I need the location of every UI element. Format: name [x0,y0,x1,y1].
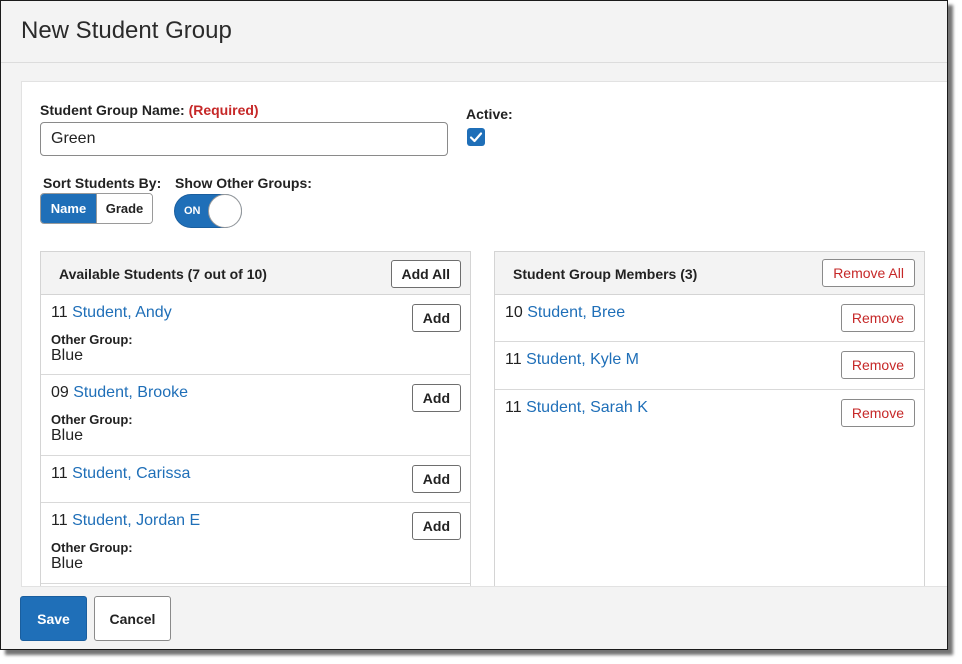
available-student-row: 09 Student, Brooke Other Group: Blue Add [41,375,470,456]
checkmark-icon [469,132,483,143]
add-student-button[interactable]: Add [411,465,461,493]
other-group-label: Other Group: [51,332,133,347]
group-members-title: Student Group Members (3) [513,266,698,282]
student-entry: 11 Student, Kyle M [505,351,639,369]
group-name-label: Student Group Name: (Required) [40,102,259,118]
sort-segmented-control: Name Grade [40,193,153,224]
student-grade: 10 [505,304,523,321]
other-group-label: Other Group: [51,412,133,427]
group-name-label-text: Student Group Name: [40,102,185,118]
available-students-panel: Available Students (7 out of 10) Add All… [40,251,471,586]
sort-by-name-button[interactable]: Name [41,194,96,223]
add-student-button[interactable]: Add [411,512,461,540]
student-entry: 11 Student, Andy [51,304,172,322]
student-name-link[interactable]: Student, Andy [72,304,172,321]
student-entry: 11 Student, Sarah K [505,399,648,417]
student-grade: 11 [505,399,522,416]
student-grade: 11 [51,304,68,321]
member-row: 10 Student, Bree Remove [495,295,924,342]
student-grade: 11 [51,465,68,482]
save-button[interactable]: Save [20,596,87,641]
available-students-title: Available Students (7 out of 10) [59,266,267,282]
available-student-row: 11 Student, Andy Other Group: Blue Add [41,295,470,375]
show-other-groups-label: Show Other Groups: [175,175,312,191]
remove-all-button[interactable]: Remove All [822,259,915,287]
student-entry: 11 Student, Jordan E [51,512,200,530]
available-student-row: 11 Student, Carissa Add [41,456,470,503]
cancel-button[interactable]: Cancel [94,596,171,641]
toggle-state-text: ON [184,205,201,217]
student-name-link[interactable]: Student, Bree [527,304,625,321]
student-grade: 11 [505,351,522,368]
student-name-link[interactable]: Student, Kyle M [526,351,639,368]
remove-student-button[interactable]: Remove [840,304,915,332]
sort-by-grade-button[interactable]: Grade [96,194,152,223]
group-members-panel: Student Group Members (3) Remove All 10 … [494,251,925,586]
member-row: 11 Student, Sarah K Remove [495,390,924,438]
action-bar: Save Cancel [1,587,947,649]
other-group-value: Blue [51,555,84,572]
other-group-label: Other Group: [51,540,133,555]
page-title: New Student Group [21,17,232,44]
student-name-link[interactable]: Student, Jordan E [72,512,200,529]
group-name-input[interactable] [40,122,448,156]
active-checkbox[interactable] [467,128,485,146]
remove-student-button[interactable]: Remove [840,399,915,427]
other-group-value: Blue [51,347,84,364]
form-card: Student Group Name: (Required) Active: S… [21,81,947,587]
student-entry: 11 Student, Carissa [51,465,190,483]
other-group-value: Blue [51,427,84,444]
page-header: New Student Group [1,1,947,63]
student-name-link[interactable]: Student, Brooke [73,384,188,401]
show-other-groups-toggle[interactable]: ON [174,194,242,228]
student-name-link[interactable]: Student, Sarah K [526,399,648,416]
student-grade: 11 [51,512,68,529]
group-members-header: Student Group Members (3) Remove All [495,252,924,295]
remove-student-button[interactable]: Remove [840,351,915,379]
available-student-row: 11 Student, Jordan E Other Group: Blue A… [41,503,470,584]
student-entry: 09 Student, Brooke [51,384,188,402]
add-student-button[interactable]: Add [411,384,461,412]
active-label: Active: [466,106,513,122]
member-row: 11 Student, Kyle M Remove [495,342,924,390]
add-student-button[interactable]: Add [411,304,461,332]
app-window: New Student Group Student Group Name: (R… [0,0,948,650]
student-grade: 09 [51,384,69,401]
available-students-header: Available Students (7 out of 10) Add All [41,252,470,295]
add-all-button[interactable]: Add All [390,260,461,288]
required-indicator: (Required) [188,102,259,118]
student-name-link[interactable]: Student, Carissa [72,465,190,482]
toggle-knob [208,194,242,228]
sort-students-label: Sort Students By: [43,175,162,191]
student-entry: 10 Student, Bree [505,304,625,322]
